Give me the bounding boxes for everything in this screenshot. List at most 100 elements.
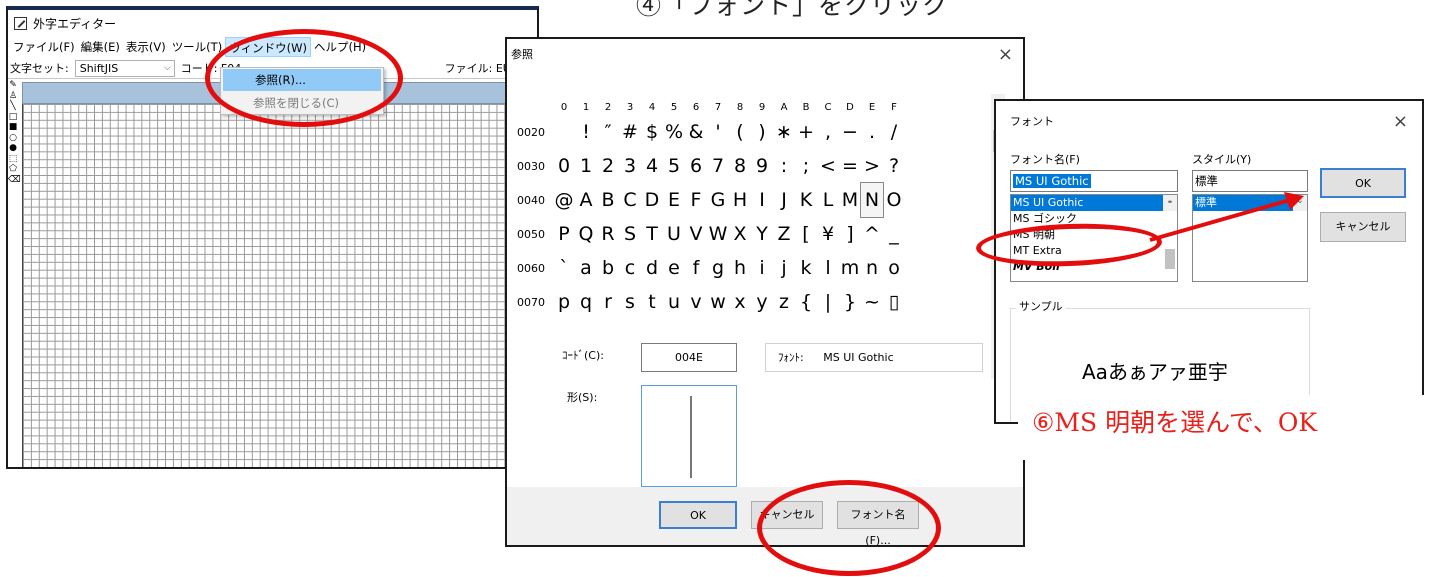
char-cell[interactable]: h <box>729 251 751 285</box>
char-cell[interactable]: S <box>619 217 641 251</box>
char-cell[interactable]: w <box>707 285 729 319</box>
code-input[interactable]: 004E <box>641 343 737 372</box>
filled-rectangle-tool-icon[interactable]: ■ <box>8 122 18 133</box>
eraser-tool-icon[interactable]: ⌫ <box>8 175 21 186</box>
char-cell[interactable]: Q <box>575 217 597 251</box>
char-cell[interactable]: ; <box>795 149 817 183</box>
ellipse-tool-icon[interactable]: ○ <box>8 133 18 144</box>
char-cell[interactable]: s <box>619 285 641 319</box>
char-cell[interactable]: 9 <box>751 149 773 183</box>
char-cell[interactable]: 5 <box>663 149 685 183</box>
charset-select[interactable]: ShiftJIS ⌵ <box>74 59 175 77</box>
char-cell[interactable]: j <box>773 251 795 285</box>
char-cell[interactable]: ! <box>575 115 597 149</box>
char-cell[interactable]: , <box>817 115 839 149</box>
char-cell[interactable]: y <box>751 285 773 319</box>
close-icon[interactable]: × <box>1393 101 1408 143</box>
char-cell[interactable]: O <box>883 183 905 217</box>
char-cell[interactable]: ″ <box>597 115 619 149</box>
char-cell[interactable]: & <box>685 115 707 149</box>
char-cell[interactable]: ∗ <box>773 115 795 149</box>
char-cell[interactable]: u <box>663 285 685 319</box>
char-cell[interactable]: ( <box>729 115 751 149</box>
char-cell[interactable]: z <box>773 285 795 319</box>
char-cell[interactable]: ` <box>553 251 575 285</box>
char-cell[interactable]: $ <box>641 115 663 149</box>
char-cell[interactable]: _ <box>883 217 905 251</box>
char-cell[interactable]: d <box>641 251 663 285</box>
char-cell[interactable]: H <box>729 183 751 217</box>
char-cell[interactable]: U <box>663 217 685 251</box>
char-cell[interactable]: 1 <box>575 149 597 183</box>
char-cell[interactable]: ^ <box>861 217 883 251</box>
char-cell[interactable]: 7 <box>707 149 729 183</box>
char-cell[interactable] <box>553 115 575 149</box>
char-cell[interactable]: g <box>707 251 729 285</box>
font-ok-button[interactable]: OK <box>1320 168 1406 198</box>
rectangle-tool-icon[interactable]: □ <box>8 112 18 123</box>
char-cell[interactable]: ▯ <box>883 285 905 319</box>
char-cell[interactable]: V <box>685 217 707 251</box>
char-cell[interactable]: c <box>619 251 641 285</box>
char-cell[interactable]: . <box>861 115 883 149</box>
char-cell[interactable]: } <box>839 285 861 319</box>
char-cell[interactable]: A <box>575 183 597 217</box>
char-cell[interactable]: a <box>575 251 597 285</box>
char-cell[interactable]: / <box>883 115 905 149</box>
char-cell[interactable]: 2 <box>597 149 619 183</box>
freeform-select-tool-icon[interactable]: ⬠ <box>8 164 18 175</box>
reference-ok-button[interactable]: OK <box>659 501 737 529</box>
char-cell[interactable]: : <box>773 149 795 183</box>
close-icon[interactable]: × <box>998 39 1013 71</box>
char-cell[interactable]: o <box>883 251 905 285</box>
char-cell[interactable]: 0 <box>553 149 575 183</box>
char-cell[interactable]: 8 <box>729 149 751 183</box>
char-cell[interactable]: v <box>685 285 707 319</box>
char-cell[interactable]: q <box>575 285 597 319</box>
char-cell[interactable]: 6 <box>685 149 707 183</box>
char-cell[interactable]: ] <box>839 217 861 251</box>
filled-ellipse-tool-icon[interactable]: ● <box>8 143 18 154</box>
char-cell[interactable]: t <box>641 285 663 319</box>
line-tool-icon[interactable]: ╲ <box>8 101 18 112</box>
char-cell[interactable]: [ <box>795 217 817 251</box>
char-cell[interactable]: + <box>795 115 817 149</box>
rect-select-tool-icon[interactable]: ⬚ <box>8 154 18 165</box>
char-cell[interactable]: E <box>663 183 685 217</box>
char-cell[interactable]: T <box>641 217 663 251</box>
pencil-tool-icon[interactable]: ✎ <box>8 80 18 91</box>
menu-view[interactable]: 表示(V) <box>123 37 169 57</box>
font-cancel-button[interactable]: キャンセル <box>1320 212 1406 242</box>
char-cell[interactable]: @ <box>553 183 575 217</box>
char-cell[interactable]: m <box>839 251 861 285</box>
char-cell[interactable]: = <box>839 149 861 183</box>
char-cell[interactable]: ¥ <box>817 217 839 251</box>
char-cell[interactable]: r <box>597 285 619 319</box>
char-cell[interactable]: C <box>619 183 641 217</box>
char-cell[interactable]: l <box>817 251 839 285</box>
char-cell[interactable]: { <box>795 285 817 319</box>
char-cell[interactable]: # <box>619 115 641 149</box>
char-cell[interactable]: k <box>795 251 817 285</box>
char-cell[interactable]: B <box>597 183 619 217</box>
char-cell[interactable]: 4 <box>641 149 663 183</box>
char-cell[interactable]: J <box>773 183 795 217</box>
char-cell[interactable]: ~ <box>861 285 883 319</box>
char-cell[interactable]: X <box>729 217 751 251</box>
menu-edit[interactable]: 編集(E) <box>78 37 123 57</box>
char-cell[interactable]: W <box>707 217 729 251</box>
char-cell[interactable]: M <box>839 183 861 217</box>
char-cell[interactable]: f <box>685 251 707 285</box>
char-cell[interactable]: ? <box>883 149 905 183</box>
brush-tool-icon[interactable]: ♙ <box>8 91 18 102</box>
char-cell[interactable]: Z <box>773 217 795 251</box>
char-cell[interactable]: 3 <box>619 149 641 183</box>
char-cell[interactable]: ' <box>707 115 729 149</box>
char-cell[interactable]: p <box>553 285 575 319</box>
char-cell[interactable]: e <box>663 251 685 285</box>
char-cell[interactable]: − <box>839 115 861 149</box>
char-cell[interactable]: | <box>817 285 839 319</box>
char-cell[interactable]: Y <box>751 217 773 251</box>
char-cell[interactable]: ) <box>751 115 773 149</box>
char-cell[interactable]: L <box>817 183 839 217</box>
